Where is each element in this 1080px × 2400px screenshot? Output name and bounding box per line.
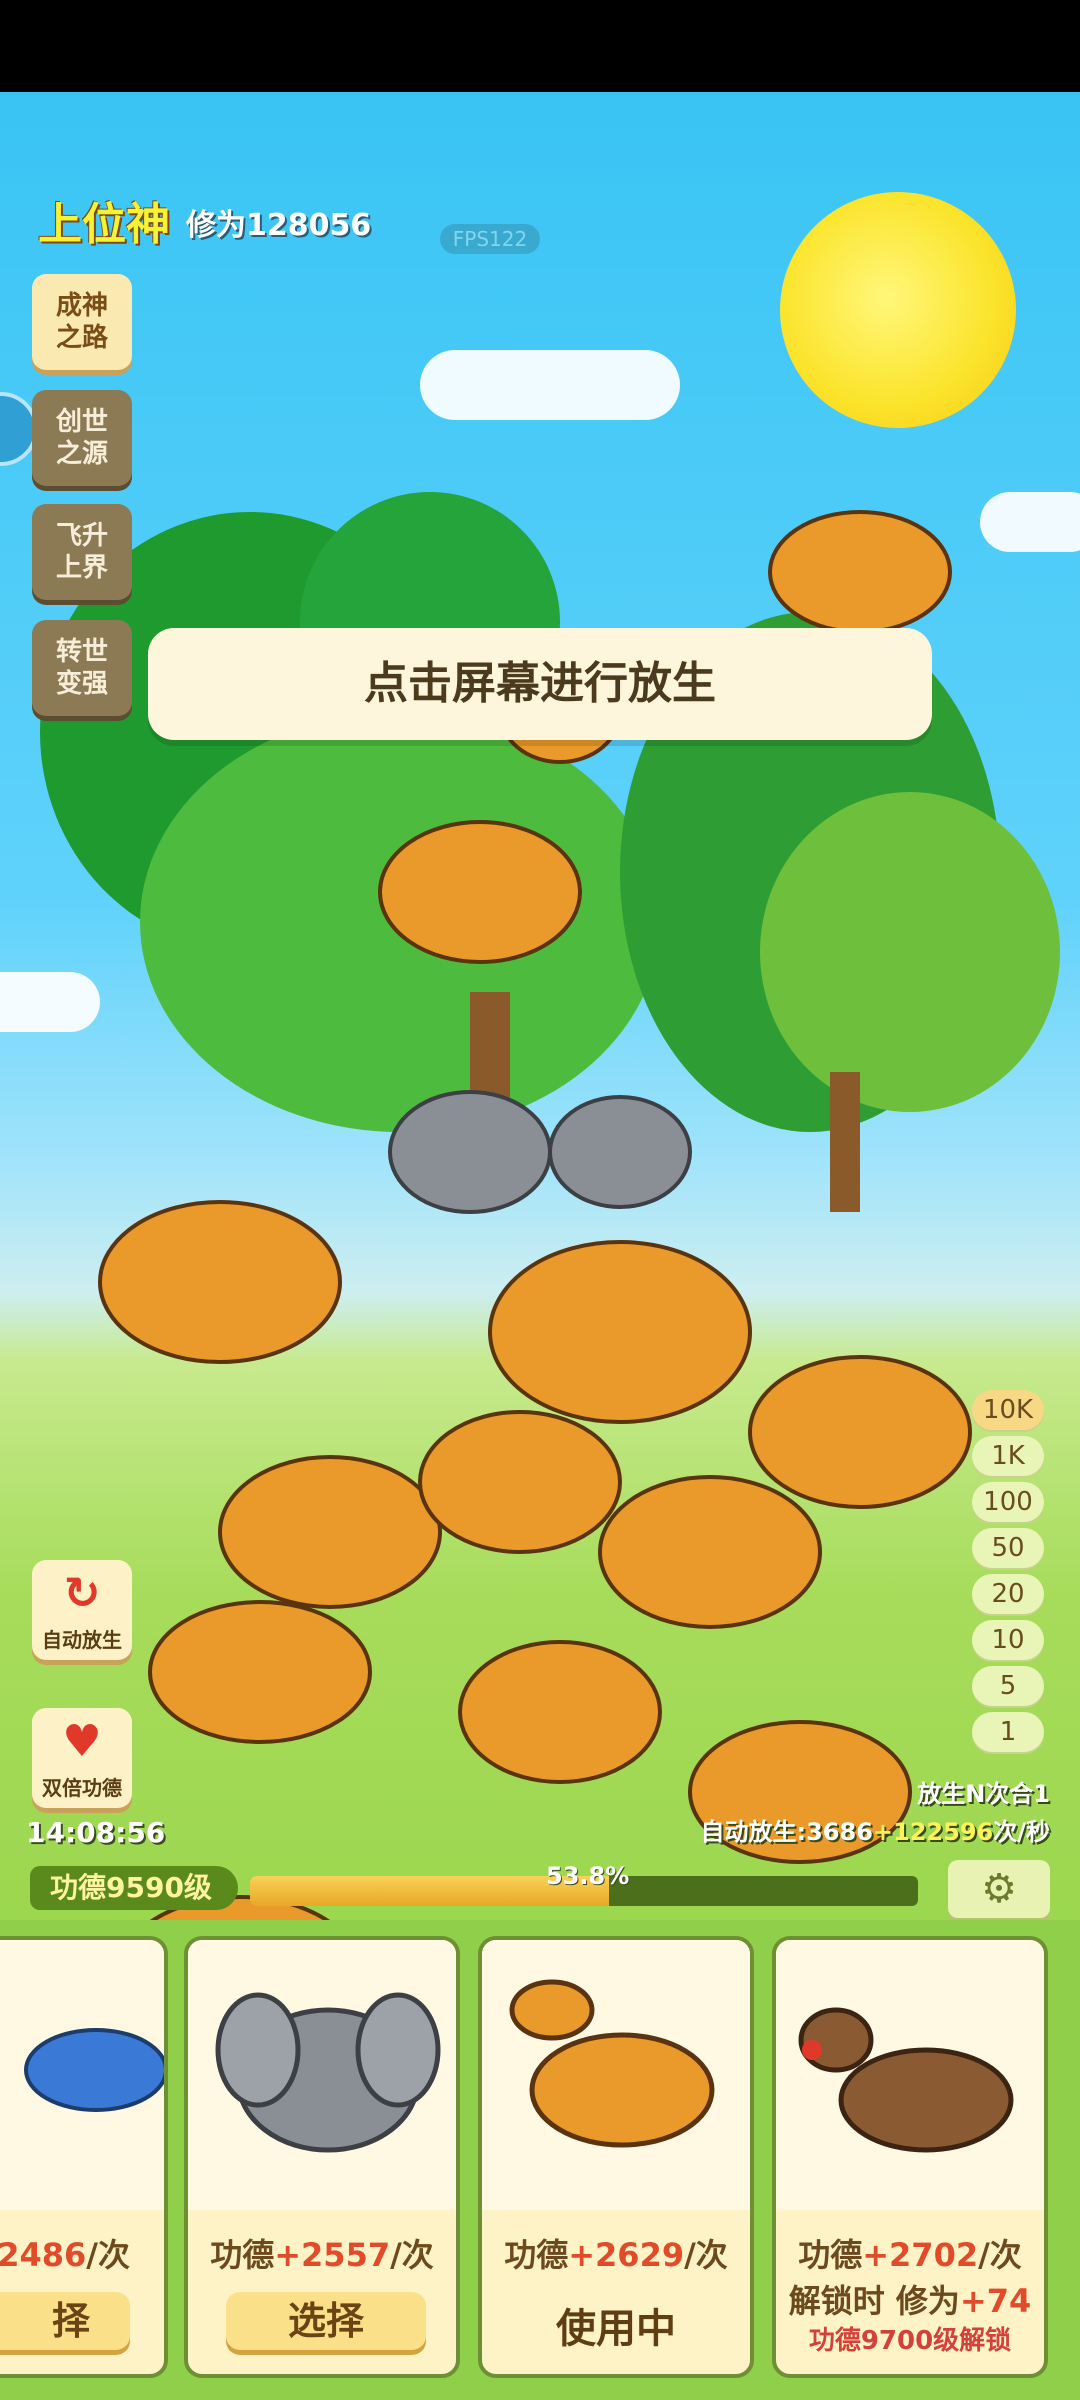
multiplier-100[interactable]: 100	[972, 1482, 1044, 1522]
auto-release-bonus: +122596	[872, 1818, 994, 1846]
animal-card-reindeer[interactable]: 功德+2702/次 解锁时 修为+74 功德9700级解锁	[772, 1936, 1048, 2378]
card-merit: 2486/次	[0, 2230, 164, 2276]
card-merit: 功德+2629/次	[482, 2230, 750, 2276]
gear-icon: ⚙	[981, 1866, 1017, 1912]
side-button-reincarnate[interactable]: 转世 变强	[32, 620, 132, 716]
select-button[interactable]: 选择	[226, 2292, 426, 2350]
card-merit-value: 2486	[0, 2236, 87, 2274]
double-merit-button[interactable]: ♥ 双倍功德	[32, 1708, 132, 1808]
cultivation-value: 修为128056	[186, 208, 372, 243]
auto-release-label: 自动放生	[42, 1628, 122, 1652]
unlock-reward: 解锁时 修为+74	[776, 2276, 1044, 2322]
card-merit-unit: /次	[390, 2236, 434, 2274]
card-merit-label: 功德	[504, 2236, 569, 2274]
reindeer-image	[776, 1940, 1044, 2210]
side-button-path-to-god[interactable]: 成神 之路	[32, 274, 132, 370]
double-merit-label: 双倍功德	[42, 1776, 122, 1800]
merit-level-badge: 功德9590级	[30, 1866, 238, 1910]
side-button-origin[interactable]: 创世 之源	[32, 390, 132, 486]
multiplier-50[interactable]: 50	[972, 1528, 1044, 1568]
shark-image	[0, 1940, 164, 2210]
auto-release-stats: 自动放生:3686+122596次/秒	[701, 1812, 1050, 1847]
unlock-reward-label: 解锁时 修为	[788, 2282, 960, 2320]
multiplier-1k[interactable]: 1K	[972, 1436, 1044, 1476]
auto-release-unit: 次/秒	[993, 1818, 1050, 1846]
release-mode-text: 放生N次合1	[917, 1780, 1050, 1808]
multiplier-5[interactable]: 5	[972, 1666, 1044, 1706]
side-button-label: 飞升 上界	[55, 521, 108, 583]
rank-title: 上位神	[38, 199, 170, 250]
tap-hint-banner: 点击屏幕进行放生	[148, 628, 932, 740]
card-merit: 功德+2702/次	[776, 2230, 1044, 2276]
raptor-image	[482, 1940, 750, 2210]
heart-icon: ♥	[62, 1716, 102, 1767]
card-merit: 功德+2557/次	[188, 2230, 456, 2276]
merit-progress-label: 53.8%	[546, 1862, 630, 1890]
settings-button[interactable]: ⚙	[948, 1860, 1050, 1918]
card-merit-label: 功德	[210, 2236, 275, 2274]
unlock-requirement: 功德9700级解锁	[808, 2326, 1012, 2356]
card-merit-unit: /次	[978, 2236, 1022, 2274]
card-merit-value: +2702	[862, 2236, 979, 2274]
card-merit-value: +2557	[274, 2236, 391, 2274]
select-button[interactable]: 择	[0, 2292, 130, 2350]
card-merit-unit: /次	[684, 2236, 728, 2274]
auto-release-button[interactable]: ↻ 自动放生	[32, 1560, 132, 1660]
side-button-label: 创世 之源	[55, 407, 108, 469]
elephant-image	[188, 1940, 456, 2210]
card-merit-value: +2629	[568, 2236, 685, 2274]
card-merit-unit: /次	[86, 2236, 130, 2274]
animal-card-raptor[interactable]: 功德+2629/次 使用中	[478, 1936, 754, 2378]
multiplier-list: 10K 1K 100 50 20 10 5 1	[972, 1390, 1048, 1758]
animal-card-shark[interactable]: 2486/次 择	[0, 1936, 168, 2378]
animal-card-elephant[interactable]: 功德+2557/次 选择	[184, 1936, 460, 2378]
game-scene[interactable]: 上位神 修为128056 FPS122 成神 之路 创世 之源 飞升 上界 转世…	[0, 92, 1080, 2400]
refresh-icon: ↻	[63, 1568, 101, 1619]
side-button-label: 成神 之路	[55, 291, 108, 353]
status-bar	[0, 0, 1080, 92]
fps-counter: FPS122	[440, 224, 540, 254]
side-button-label: 转世 变强	[55, 637, 108, 699]
unlock-reward-value: +74	[959, 2282, 1032, 2320]
multiplier-20[interactable]: 20	[972, 1574, 1044, 1614]
multiplier-1[interactable]: 1	[972, 1712, 1044, 1752]
clock: 14:08:56	[26, 1816, 166, 1849]
auto-release-count: 自动放生:3686	[700, 1818, 873, 1846]
multiplier-10k[interactable]: 10K	[972, 1390, 1044, 1430]
multiplier-10[interactable]: 10	[972, 1620, 1044, 1660]
side-button-ascend[interactable]: 飞升 上界	[32, 504, 132, 600]
in-use-label: 使用中	[556, 2306, 676, 2352]
card-merit-label: 功德	[798, 2236, 863, 2274]
